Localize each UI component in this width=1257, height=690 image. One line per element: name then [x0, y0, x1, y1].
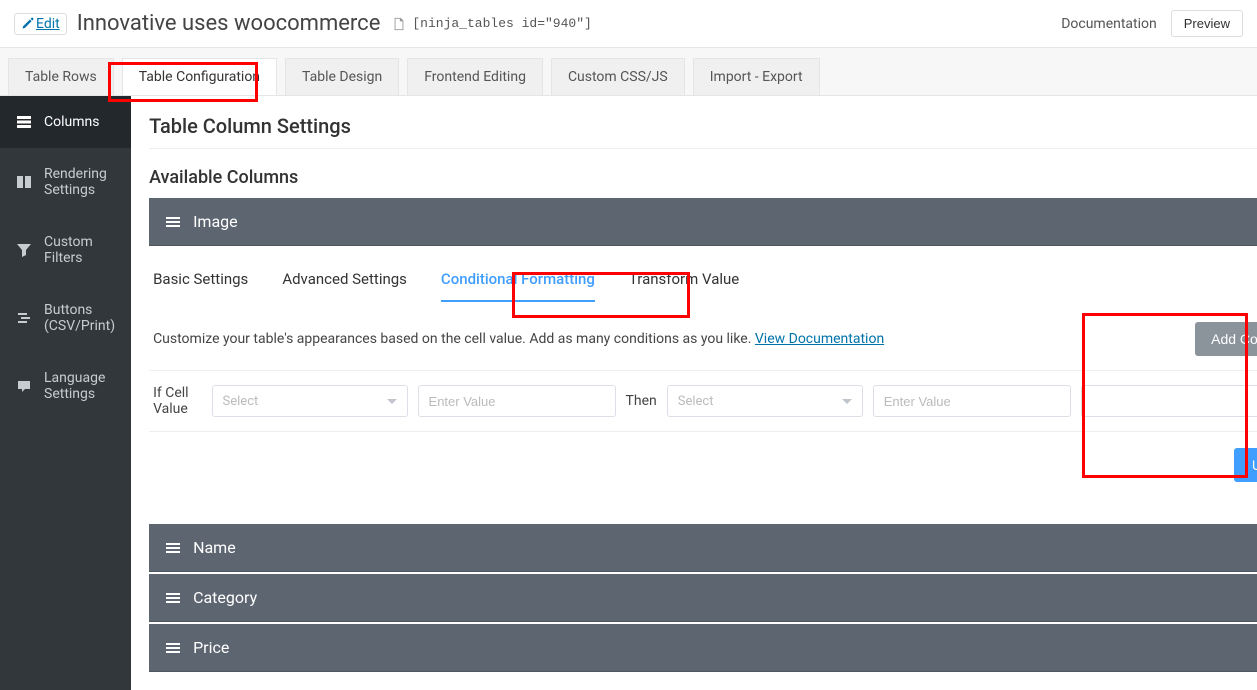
tab-table-configuration[interactable]: Table Configuration	[122, 58, 277, 95]
preview-button[interactable]: Preview	[1171, 10, 1243, 37]
sidebar-item-language[interactable]: Language Settings	[0, 352, 131, 420]
section-heading: Table Column Settings	[149, 114, 1257, 149]
if-value-input[interactable]	[418, 385, 616, 417]
column-header-price[interactable]: Price	[149, 624, 1257, 672]
then-value-input[interactable]	[873, 385, 1071, 417]
column-header-price-label: Price	[193, 638, 229, 657]
filter-icon	[16, 242, 32, 258]
available-columns-heading: Available Columns	[149, 167, 1257, 188]
sidebar-item-rendering[interactable]: Rendering Settings	[0, 148, 131, 216]
conditions-description-row: Customize your table's appearances based…	[149, 308, 1257, 371]
sub-tabs: Basic Settings Advanced Settings Conditi…	[149, 246, 1257, 308]
layers-icon	[16, 310, 32, 326]
sidebar-item-columns[interactable]: Columns	[0, 96, 131, 148]
sidebar: Columns Rendering Settings Custom Filter…	[0, 96, 131, 690]
tab-table-design[interactable]: Table Design	[285, 58, 399, 95]
main-tabs: Table Rows Table Configuration Table Des…	[0, 47, 1257, 96]
then-label: Then	[626, 393, 657, 409]
tab-table-rows[interactable]: Table Rows	[8, 58, 114, 95]
rendering-icon	[16, 174, 32, 190]
sidebar-item-filters[interactable]: Custom Filters	[0, 216, 131, 284]
if-operator-select[interactable]: Select	[212, 385, 408, 417]
document-icon	[392, 17, 406, 31]
conditions-description: Customize your table's appearances based…	[153, 331, 884, 347]
sidebar-label-language: Language Settings	[44, 370, 115, 402]
sub-tab-conditional[interactable]: Conditional Formatting	[441, 270, 595, 302]
column-header-image[interactable]: Image	[149, 198, 1257, 246]
sub-tab-basic[interactable]: Basic Settings	[153, 270, 248, 302]
sidebar-item-buttons[interactable]: Buttons (CSV/Print)	[0, 284, 131, 352]
header-bar: Edit Innovative uses woocommerce [ninja_…	[0, 0, 1257, 47]
hamburger-icon	[165, 214, 181, 230]
tab-frontend-editing[interactable]: Frontend Editing	[407, 58, 543, 95]
then-action-select[interactable]: Select	[667, 385, 863, 417]
hamburger-icon	[165, 640, 181, 656]
documentation-link[interactable]: Documentation	[1061, 16, 1157, 32]
language-icon	[16, 378, 32, 394]
column-header-category-label: Category	[193, 588, 257, 607]
sidebar-label-rendering: Rendering Settings	[44, 166, 115, 198]
edit-link-label: Edit	[36, 16, 60, 32]
shortcode-text: [ninja_tables id="940"]	[412, 16, 591, 31]
update-row: Update	[149, 432, 1257, 498]
column-header-name-label: Name	[193, 538, 236, 557]
column-header-image-label: Image	[193, 212, 238, 231]
sub-tab-transform[interactable]: Transform Value	[629, 270, 739, 302]
view-documentation-link[interactable]: View Documentation	[755, 331, 884, 347]
if-cell-value-label: If Cell Value	[153, 385, 201, 417]
condition-row: If Cell Value Select Then Select —	[149, 371, 1257, 432]
hamburger-icon	[165, 540, 181, 556]
body-layout: Columns Rendering Settings Custom Filter…	[0, 96, 1257, 690]
columns-icon	[16, 114, 32, 130]
update-button[interactable]: Update	[1234, 448, 1257, 482]
then-extra-input[interactable]	[1081, 385, 1257, 417]
add-condition-button[interactable]: Add Condition	[1195, 322, 1257, 356]
sidebar-label-buttons: Buttons (CSV/Print)	[44, 302, 115, 334]
sidebar-label-columns: Columns	[44, 114, 99, 130]
pencil-icon	[21, 17, 34, 30]
shortcode-display: [ninja_tables id="940"]	[392, 16, 591, 31]
tab-custom-css-js[interactable]: Custom CSS/JS	[551, 58, 685, 95]
content-panel: Table Column Settings Available Columns …	[131, 96, 1257, 690]
sub-tab-advanced[interactable]: Advanced Settings	[282, 270, 407, 302]
sidebar-label-filters: Custom Filters	[44, 234, 115, 266]
column-header-name[interactable]: Name	[149, 524, 1257, 572]
column-header-category[interactable]: Category	[149, 574, 1257, 622]
hamburger-icon	[165, 590, 181, 606]
edit-link[interactable]: Edit	[14, 13, 67, 35]
page-title: Innovative uses woocommerce	[77, 11, 381, 36]
tab-import-export[interactable]: Import - Export	[693, 58, 820, 95]
